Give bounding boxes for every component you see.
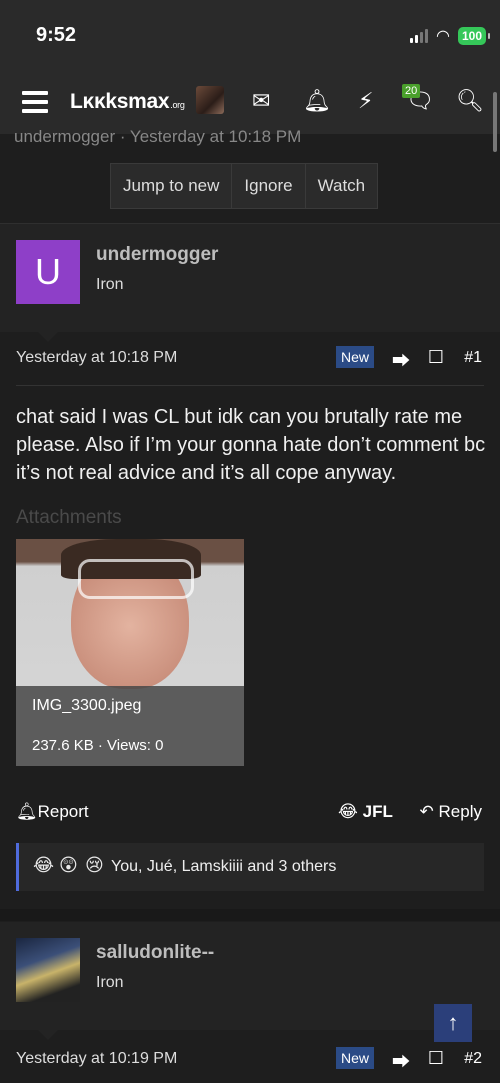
post-number[interactable]: #2	[464, 1050, 482, 1068]
post2-header: Yesterday at 10:19 PM New ⮕ ☐ #2	[16, 1047, 484, 1074]
post1-actions: 🔔︎Report 😂 JFL ↶ Reply	[16, 800, 484, 824]
site-logo[interactable]: Lκκksmax.org	[70, 90, 185, 114]
reply-arrow-icon: ↶	[419, 802, 434, 821]
lightning-icon[interactable]: ⚡︎	[358, 88, 373, 114]
report-button[interactable]: 🔔︎Report	[16, 802, 89, 822]
envelope-icon[interactable]: ✉	[252, 88, 270, 114]
bookmark-icon[interactable]: ☐	[428, 347, 444, 368]
attachment-thumbnail[interactable]: IMG_3300.jpeg 237.6 KB · Views: 0	[16, 539, 244, 766]
share-icon[interactable]: ⮕	[392, 1048, 410, 1074]
attachment-info: 237.6 KB · Views: 0	[32, 737, 164, 754]
share-icon[interactable]: ⮕	[392, 347, 410, 373]
arrow-up-icon: ↑	[447, 1010, 459, 1035]
post1-user-block: U undermogger Iron	[0, 224, 500, 342]
post-separator	[0, 909, 500, 921]
status-icons: ◠ 100	[410, 26, 491, 46]
status-bar: 9:52 ◠ 100	[0, 0, 500, 70]
post-date[interactable]: Yesterday at 10:18 PM	[16, 349, 177, 367]
user-rank: Iron	[96, 974, 124, 991]
status-time: 9:52	[36, 24, 77, 46]
attachment-filename[interactable]: IMG_3300.jpeg	[32, 697, 141, 715]
attachments-heading: Attachments	[16, 507, 122, 528]
user-rank: Iron	[96, 276, 124, 293]
reactions-summary[interactable]: You, Jué, Lamskiiii and 3 others	[111, 858, 336, 876]
post2-user-block: salludonlite-- Iron	[0, 922, 500, 1040]
sad-emoji-icon: 😢	[85, 855, 104, 875]
top-navbar: Lκκksmax.org ✉ 🔔︎ ⚡︎ 🗨︎ 20 🔍︎	[0, 70, 500, 134]
bookmark-icon[interactable]: ☐	[428, 1048, 444, 1069]
shocked-emoji-icon: 😲	[59, 855, 78, 875]
new-badge: New	[335, 1047, 374, 1069]
bell-icon: 🔔︎	[16, 802, 38, 821]
menu-icon[interactable]	[22, 91, 48, 118]
laughing-emoji-icon: 😂	[338, 802, 358, 821]
reactions-bar[interactable]: 😂 😲 😢 You, Jué, Lamskiiii and 3 others	[16, 843, 484, 891]
wifi-icon: ◠	[436, 28, 450, 45]
battery-icon: 100	[457, 27, 491, 45]
avatar[interactable]	[16, 938, 80, 1002]
back-to-top-button[interactable]: ↑	[434, 1004, 472, 1042]
post-number[interactable]: #1	[464, 349, 482, 367]
divider	[16, 385, 484, 386]
thread-actions: Jump to new Ignore Watch	[110, 163, 379, 209]
username[interactable]: salludonlite--	[96, 942, 214, 964]
thread-meta: undermogger · Yesterday at 10:18 PM	[14, 127, 302, 146]
user-avatar[interactable]	[196, 86, 224, 114]
username[interactable]: undermogger	[96, 244, 218, 266]
jump-to-new-button[interactable]: Jump to new	[111, 164, 233, 208]
post1-header: Yesterday at 10:18 PM New ⮕ ☐ #1	[16, 346, 484, 373]
laughing-emoji-icon: 😂	[33, 855, 55, 875]
ignore-button[interactable]: Ignore	[232, 164, 306, 208]
post-body: chat said I was CL but idk can you bruta…	[16, 406, 486, 484]
alerts-badge: 20	[402, 84, 421, 98]
watch-button[interactable]: Watch	[306, 164, 378, 208]
jfl-reaction-button[interactable]: 😂 JFL	[338, 802, 393, 822]
new-badge: New	[335, 346, 374, 368]
attachment-caption: IMG_3300.jpeg 237.6 KB · Views: 0	[16, 686, 244, 766]
signal-icon	[410, 29, 428, 43]
post-date[interactable]: Yesterday at 10:19 PM	[16, 1050, 177, 1068]
avatar[interactable]: U	[16, 240, 80, 304]
search-icon[interactable]: 🔍︎	[456, 88, 484, 114]
bell-icon[interactable]: 🔔︎	[303, 88, 331, 114]
reply-button[interactable]: ↶ Reply	[420, 802, 482, 822]
